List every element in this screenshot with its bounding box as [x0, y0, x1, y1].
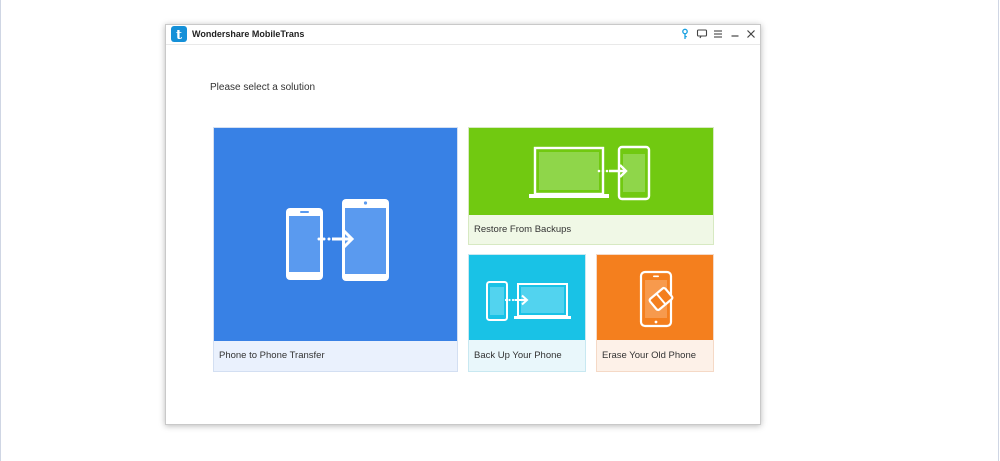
tile-art: [597, 255, 713, 341]
phone-eraser-icon: [639, 270, 674, 328]
tile-art: [214, 128, 457, 342]
feedback-button[interactable]: [696, 28, 708, 40]
phone-to-phone-icon: [286, 199, 389, 281]
tile-label: Restore From Backups: [469, 215, 713, 244]
key-icon: [682, 28, 688, 39]
page-title: Please select a solution: [210, 82, 316, 93]
close-button[interactable]: [745, 28, 757, 40]
tile-back-up-your-phone[interactable]: Back Up Your Phone: [468, 254, 586, 372]
phone-to-laptop-icon: [486, 281, 571, 321]
laptop-to-phone-icon: [529, 145, 651, 201]
background-edge-left: [0, 0, 1, 461]
menu-button[interactable]: [712, 28, 724, 40]
tile-phone-to-phone-transfer[interactable]: Phone to Phone Transfer: [213, 127, 458, 372]
window-title: Wondershare MobileTrans: [192, 29, 305, 39]
key-button[interactable]: [679, 28, 691, 40]
tile-label: Phone to Phone Transfer: [214, 341, 457, 371]
tile-art: [469, 128, 713, 216]
tile-label: Erase Your Old Phone: [597, 340, 713, 371]
app-logo-icon: t: [171, 26, 187, 43]
title-bar[interactable]: t Wondershare MobileTrans: [166, 25, 760, 45]
tile-art: [469, 255, 585, 341]
minimize-button[interactable]: [729, 28, 741, 40]
tile-label: Back Up Your Phone: [469, 340, 585, 371]
background-edge-right: [998, 0, 999, 461]
close-icon: [747, 30, 755, 38]
svg-text:t: t: [176, 28, 182, 42]
app-window: t Wondershare MobileTrans Please select …: [165, 24, 761, 425]
menu-icon: [714, 30, 722, 38]
tile-restore-from-backups[interactable]: Restore From Backups: [468, 127, 714, 245]
minimize-icon: [731, 35, 739, 37]
tile-erase-your-old-phone[interactable]: Erase Your Old Phone: [596, 254, 714, 372]
chat-icon: [696, 29, 708, 39]
